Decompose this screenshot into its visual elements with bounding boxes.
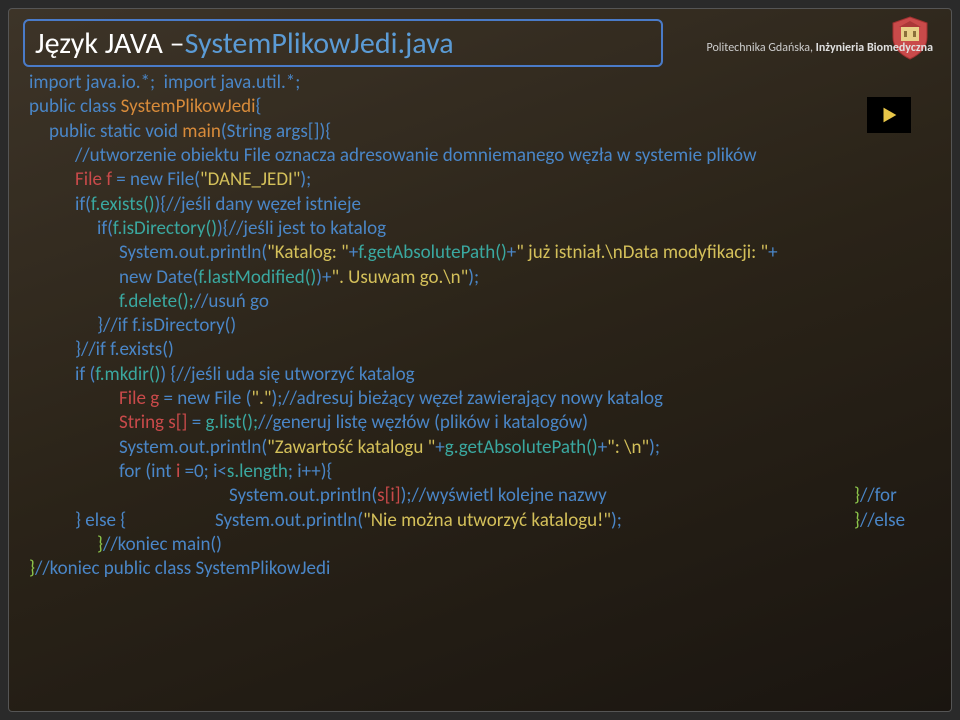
code-line: f.delete();//usuń go [29,290,934,314]
code-line: }//if f.exists() [29,338,934,362]
code-line: }//koniec main() [29,533,934,557]
code-line: if(f.exists()){//jeśli dany węzeł istnie… [29,193,934,217]
title-prefix: Język JAVA – [35,25,185,62]
slide-container: Język JAVA – SystemPlikowJedi.java Polit… [8,8,952,712]
code-line: public class SystemPlikowJedi{ [29,95,934,119]
code-line: for (int i =0; i<s.length; i++){ [29,460,934,484]
code-line: System.out.println("Katalog: "+f.getAbso… [29,241,934,265]
code-line: }//if f.isDirectory() [29,314,934,338]
department-name: Inżynieria Biomedyczna [816,41,933,55]
code-line: System.out.println(s[i]);//wyświetl kole… [29,484,934,508]
code-line: import java.io.*; import java.util.*; [29,71,934,95]
code-line: File f = new File("DANE_JEDI"); [29,168,934,192]
code-line: }//koniec public class SystemPlikowJedi [29,557,934,581]
code-line: if (f.mkdir()) {//jeśli uda się utworzyć… [29,363,934,387]
code-line: if(f.isDirectory()){//jeśli jest to kata… [29,217,934,241]
title-bar: Język JAVA – SystemPlikowJedi.java [23,19,663,67]
title-filename: SystemPlikowJedi.java [185,25,454,62]
code-line: } else { System.out.println("Nie można u… [29,509,934,533]
header-institution: Politechnika Gdańska, Inżynieria Biomedy… [707,41,933,55]
code-line: System.out.println("Zawartość katalogu "… [29,436,934,460]
code-comment: //utworzenie obiektu File oznacza adreso… [29,144,934,168]
code-line: String s[] = g.list();//generuj listę wę… [29,411,934,435]
institution-name: Politechnika Gdańska, [707,41,816,55]
code-line: public static void main(String args[]){ [29,120,934,144]
code-block: import java.io.*; import java.util.*; pu… [29,71,934,582]
code-line: File g = new File (".");//adresuj bieżąc… [29,387,934,411]
code-line: new Date(f.lastModified())+". Usuwam go.… [29,266,934,290]
